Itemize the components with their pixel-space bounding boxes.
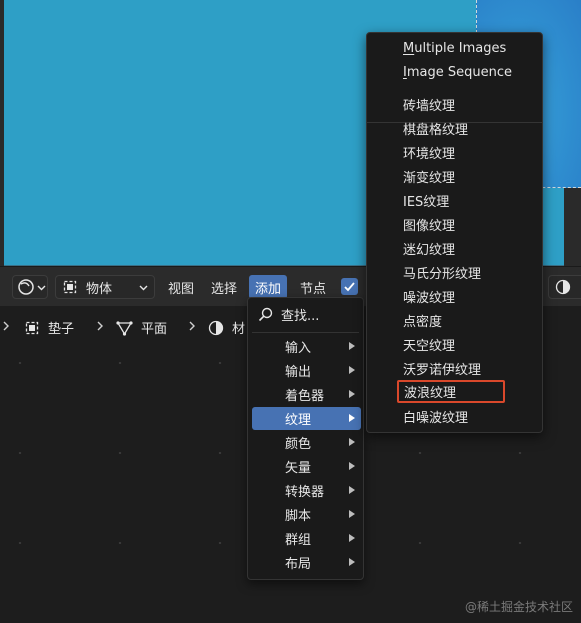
sub-item-white-noise-texture[interactable]: 白噪波纹理	[371, 405, 540, 428]
sub-item-magic-texture[interactable]: 迷幻纹理	[371, 237, 540, 260]
menu-divider	[252, 332, 359, 333]
sub-item-multiple-images[interactable]: Multiple Images	[371, 37, 540, 60]
sub-item-label: Multiple Images	[403, 41, 507, 56]
sub-item-noise-texture[interactable]: 噪波纹理	[371, 285, 540, 308]
sub-item-point-density[interactable]: 点密度	[371, 309, 540, 332]
sub-item-musgrave-texture[interactable]: 马氏分形纹理	[371, 261, 540, 284]
search-label: 查找...	[281, 308, 320, 324]
submenu-arrow-icon	[349, 510, 355, 518]
sub-item-image-texture[interactable]: 图像纹理	[371, 213, 540, 236]
texture-submenu: Multiple Images Image Sequence 砖墙纹理 棋盘格纹…	[366, 32, 543, 433]
material-sphere-icon	[555, 279, 571, 295]
submenu-arrow-icon	[349, 486, 355, 494]
sub-item-label: 白噪波纹理	[403, 411, 469, 426]
chevron-right-icon	[188, 320, 196, 332]
sub-item-environment-texture[interactable]: 环境纹理	[371, 141, 540, 164]
sub-item-checker-texture[interactable]: 棋盘格纹理	[371, 117, 540, 140]
menu-item-label: 颜色	[285, 437, 312, 452]
breadcrumb-label: 垫子	[48, 322, 75, 337]
breadcrumb-item-object: 垫子	[24, 318, 74, 337]
shader-type-label: 物体	[86, 281, 113, 297]
submenu-arrow-icon	[349, 366, 355, 374]
sub-item-gradient-texture[interactable]: 渐变纹理	[371, 165, 540, 188]
add-menu: 查找... 输入 输出 着色器 纹理 颜色 矢量 转换器 脚本 群组 布局	[247, 297, 364, 580]
chevron-right-icon	[96, 320, 104, 332]
submenu-arrow-icon	[349, 414, 355, 422]
chevron-right-icon	[2, 320, 10, 332]
menu-select[interactable]: 选择	[205, 275, 243, 299]
object-icon	[24, 320, 40, 336]
chevron-down-icon	[139, 283, 148, 292]
mesh-icon	[116, 320, 133, 336]
sub-item-label: 点密度	[403, 315, 443, 330]
menu-item-label: 着色器	[285, 389, 325, 404]
material-sphere-icon	[208, 320, 224, 336]
menu-item-label: 纹理	[285, 413, 312, 428]
shading-dropdown[interactable]	[548, 275, 581, 299]
menu-item-input[interactable]: 输入	[252, 335, 361, 358]
use-nodes-checkbox[interactable]	[341, 278, 358, 295]
submenu-arrow-icon	[349, 558, 355, 566]
submenu-arrow-icon	[349, 390, 355, 398]
sub-item-image-sequence[interactable]: Image Sequence	[371, 61, 540, 84]
sub-item-label: 棋盘格纹理	[403, 123, 469, 138]
sub-item-label: 砖墙纹理	[403, 99, 456, 114]
submenu-arrow-icon	[349, 438, 355, 446]
sub-item-label: 渐变纹理	[403, 171, 456, 186]
menu-item-shader[interactable]: 着色器	[252, 383, 361, 406]
menu-item-converter[interactable]: 转换器	[252, 479, 361, 502]
editor-type-dropdown[interactable]	[12, 275, 48, 299]
sub-item-label: 噪波纹理	[403, 291, 456, 306]
check-icon	[343, 280, 356, 293]
menu-node[interactable]: 节点	[294, 275, 332, 299]
sub-item-label: 沃罗诺伊纹理	[403, 363, 482, 378]
menu-item-label: 脚本	[285, 509, 312, 524]
search-icon	[258, 307, 273, 322]
breadcrumb-label: 材	[232, 322, 246, 337]
chevron-down-icon	[37, 283, 46, 292]
sub-item-brick-texture[interactable]: 砖墙纹理	[371, 93, 540, 116]
sub-item-label: 图像纹理	[403, 219, 456, 234]
menu-item-label: 输出	[285, 365, 312, 380]
menu-item-label: 矢量	[285, 461, 312, 476]
menu-search[interactable]: 查找...	[248, 302, 363, 326]
sub-item-sky-texture[interactable]: 天空纹理	[371, 333, 540, 356]
object-icon	[62, 279, 78, 295]
node-editor-icon	[17, 278, 35, 296]
breadcrumb-label: 平面	[141, 322, 168, 337]
menu-item-vector[interactable]: 矢量	[252, 455, 361, 478]
watermark: @稀土掘金技术社区	[464, 600, 573, 614]
menu-item-label: 群组	[285, 533, 312, 548]
sub-item-wave-texture[interactable]: 波浪纹理	[397, 380, 505, 403]
menu-item-color[interactable]: 颜色	[252, 431, 361, 454]
breadcrumb-item-mesh: 平面	[116, 318, 167, 337]
sub-item-label: IES纹理	[403, 195, 450, 210]
menu-item-output[interactable]: 输出	[252, 359, 361, 382]
menu-item-label: 输入	[285, 341, 312, 356]
sub-item-label: 波浪纹理	[404, 386, 457, 401]
menu-view[interactable]: 视图	[162, 275, 200, 299]
menu-item-label: 布局	[285, 557, 312, 572]
menu-item-layout[interactable]: 布局	[252, 551, 361, 574]
menu-add[interactable]: 添加	[249, 275, 288, 299]
sub-item-label: 迷幻纹理	[403, 243, 456, 258]
sub-item-label: 环境纹理	[403, 147, 456, 162]
breadcrumb-item-material: 材	[208, 318, 245, 337]
submenu-arrow-icon	[349, 534, 355, 542]
sub-item-label: 马氏分形纹理	[403, 267, 482, 282]
menu-item-label: 转换器	[285, 485, 325, 500]
submenu-arrow-icon	[349, 342, 355, 350]
menu-item-script[interactable]: 脚本	[252, 503, 361, 526]
sub-item-ies-texture[interactable]: IES纹理	[371, 189, 540, 212]
sub-item-voronoi-texture[interactable]: 沃罗诺伊纹理	[371, 357, 540, 380]
shader-type-dropdown[interactable]: 物体	[55, 275, 155, 299]
sub-item-label: Image Sequence	[403, 65, 512, 80]
submenu-arrow-icon	[349, 462, 355, 470]
menu-item-group[interactable]: 群组	[252, 527, 361, 550]
sub-item-label: 天空纹理	[403, 339, 456, 354]
menu-item-texture[interactable]: 纹理	[252, 407, 361, 430]
